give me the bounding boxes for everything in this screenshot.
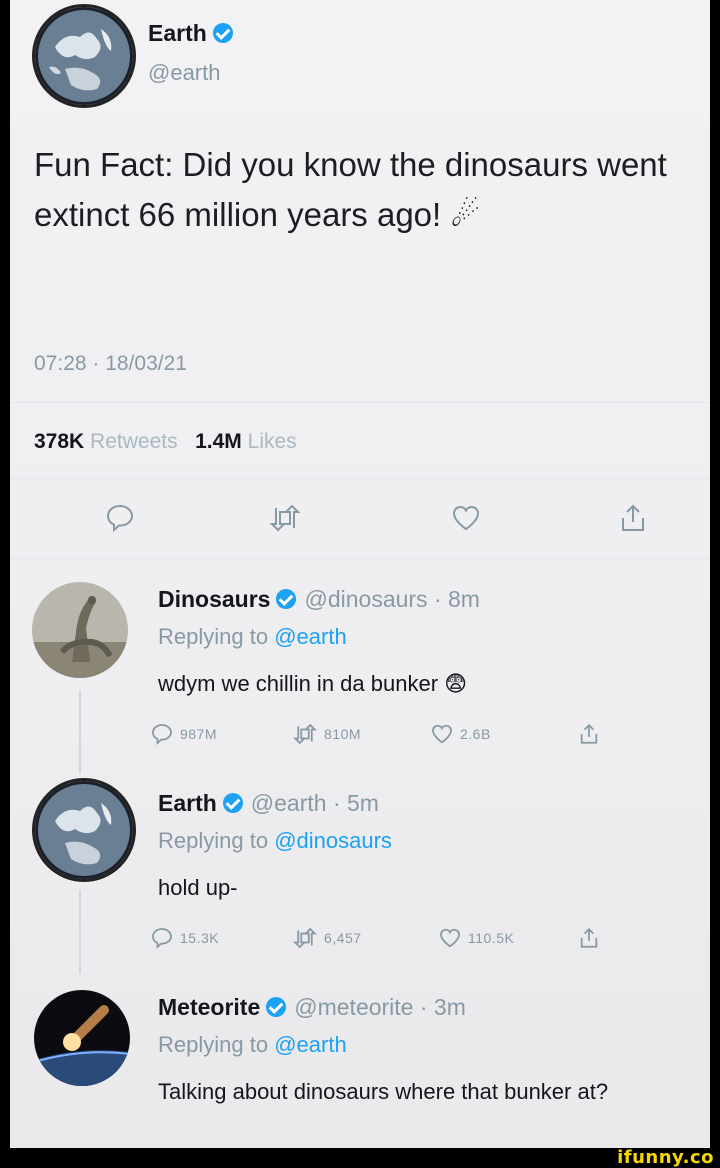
verified-badge-icon [212, 23, 233, 43]
tweet-actions [10, 502, 710, 542]
reply-text: Talking about dinosaurs where that bunke… [158, 1079, 609, 1104]
verified-badge-icon [266, 997, 287, 1017]
reply-author-name[interactable]: Earth @earth · 5m [158, 790, 379, 817]
retweet-icon [293, 723, 317, 745]
earth-avatar[interactable] [32, 4, 136, 108]
reply-author-name[interactable]: Dinosaurs @dinosaurs · 8m [158, 586, 480, 613]
retweet-button[interactable] [268, 502, 302, 534]
author-name[interactable]: Earth [148, 20, 233, 47]
tweet-stats: 378K Retweets 1.4M Likes [34, 430, 297, 454]
likes-label[interactable]: Likes [248, 430, 297, 453]
reply-text: hold up- [158, 875, 238, 900]
reply-actions: 987M 810M 2.6B [10, 722, 710, 762]
share-icon [580, 723, 598, 744]
retweet-icon [269, 504, 301, 532]
tweet-timestamp[interactable]: 07:28 · 18/03/21 [34, 352, 187, 376]
reply-actions: 15.3K 6,457 110.5K [10, 926, 710, 966]
like-button[interactable] [450, 502, 482, 534]
author-handle[interactable]: @earth [148, 60, 220, 86]
retweet-button[interactable]: 6,457 [292, 926, 362, 950]
tweet-thread-screenshot: Earth @earth Fun Fact: Did you know the … [10, 0, 710, 1148]
retweet-icon [293, 927, 317, 949]
retweet-count: 6,457 [324, 930, 362, 946]
heart-icon [452, 505, 480, 531]
reply-handle-time[interactable]: @meteorite · 3m [294, 994, 466, 1020]
reply-count: 987M [180, 726, 218, 742]
share-button[interactable] [578, 926, 600, 950]
retweets-count[interactable]: 378K [34, 430, 84, 453]
dinosaurs-avatar[interactable] [32, 582, 128, 678]
like-button[interactable]: 2.6B [430, 722, 491, 746]
like-count: 110.5K [468, 930, 515, 946]
replying-to-link[interactable]: @earth [274, 624, 346, 649]
replying-to-link[interactable]: @dinosaurs [274, 828, 392, 853]
divider [10, 478, 710, 479]
share-button[interactable] [578, 722, 600, 746]
replying-to-link[interactable]: @earth [274, 1032, 346, 1057]
likes-count[interactable]: 1.4M [195, 430, 242, 453]
reply-button[interactable]: 987M [150, 722, 217, 746]
divider [10, 402, 710, 403]
divider [10, 558, 710, 559]
share-icon [580, 927, 598, 948]
reply-handle-time[interactable]: @dinosaurs · 8m [304, 586, 479, 612]
replying-to: Replying to @earth [158, 624, 347, 649]
retweets-label[interactable]: Retweets [90, 430, 178, 453]
tweet-text: Fun Fact: Did you know the dinosaurs wen… [34, 146, 667, 233]
share-icon [622, 504, 644, 531]
like-count: 2.6B [460, 726, 491, 742]
reply-icon [152, 928, 172, 950]
earth-avatar[interactable] [32, 778, 136, 882]
reply-icon [106, 504, 134, 533]
reply-author-name[interactable]: Meteorite @meteorite · 3m [158, 994, 466, 1021]
reply-button[interactable] [104, 502, 136, 534]
reply-text: wdym we chillin in da bunker 😨 [158, 671, 468, 696]
reply-count: 15.3K [180, 930, 220, 946]
reply-handle-time[interactable]: @earth · 5m [251, 790, 379, 816]
retweet-button[interactable]: 810M [292, 722, 361, 746]
verified-badge-icon [276, 589, 297, 609]
reply-button[interactable]: 15.3K [150, 926, 219, 950]
retweet-count: 810M [324, 726, 362, 742]
reply-icon [152, 724, 172, 746]
like-button[interactable]: 110.5K [438, 926, 514, 950]
verified-badge-icon [222, 793, 243, 813]
ifunny-watermark: ifunny.co [617, 1147, 714, 1168]
replying-to: Replying to @earth [158, 1032, 347, 1057]
heart-icon [432, 724, 452, 744]
replying-to: Replying to @dinosaurs [158, 828, 392, 853]
meteorite-avatar[interactable] [34, 990, 130, 1086]
heart-icon [440, 928, 460, 948]
share-button[interactable] [618, 502, 648, 534]
